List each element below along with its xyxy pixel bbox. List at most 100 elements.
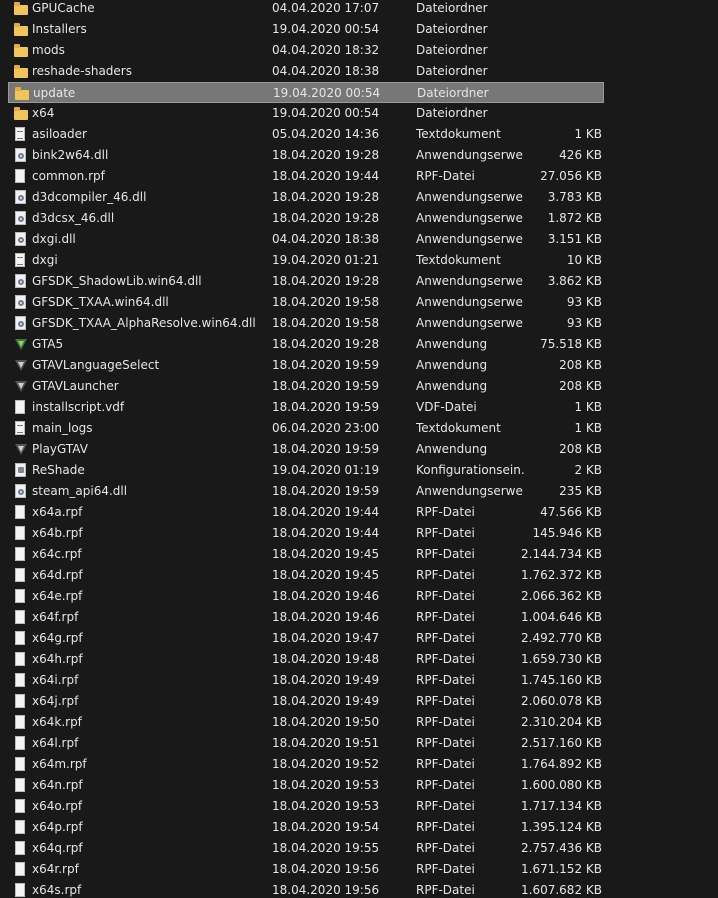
file-name: GFSDK_TXAA_AlphaResolve.win64.dll xyxy=(32,316,256,330)
file-row[interactable]: x64g.rpf 18.04.2020 19:47 RPF-Datei 2.492.7… xyxy=(0,628,610,649)
file-date-modified: 18.04.2020 19:46 xyxy=(272,589,380,603)
file-row[interactable]: x64f.rpf 18.04.2020 19:46 RPF-Datei 1.004.6… xyxy=(0,607,610,628)
dll-file-icon xyxy=(14,316,28,330)
file-type: RPF-Datei xyxy=(416,778,475,792)
file-row[interactable]: installscript.vdf 18.04.2020 19:59 VDF-Dat… xyxy=(0,397,610,418)
file-name: reshade-shaders xyxy=(32,64,132,78)
file-row[interactable]: x64n.rpf 18.04.2020 19:53 RPF-Datei 1.600.0… xyxy=(0,775,610,796)
file-row[interactable]: mods 04.04.2020 18:32 Dateiordner xyxy=(0,40,610,61)
file-row[interactable]: x64p.rpf 18.04.2020 19:54 RPF-Datei 1.395.1… xyxy=(0,817,610,838)
file-row[interactable]: dxgi 19.04.2020 01:21 Textdokument 10 KB xyxy=(0,250,610,271)
file-type: Dateiordner xyxy=(416,22,488,36)
file-list: GPUCache 04.04.2020 17:07 Dateiordner Insta… xyxy=(0,0,718,898)
file-row[interactable]: update 19.04.2020 00:54 Dateiordner xyxy=(8,82,604,103)
file-row[interactable]: x64j.rpf 18.04.2020 19:49 RPF-Datei 2.060.0… xyxy=(0,691,610,712)
file-name: dxgi xyxy=(32,253,58,267)
file-row[interactable]: GFSDK_TXAA.win64.dll 18.04.2020 19:58 Anwe… xyxy=(0,292,610,313)
folder-icon xyxy=(14,106,28,120)
file-row[interactable]: Installers 19.04.2020 00:54 Dateiordner xyxy=(0,19,610,40)
file-size: 1.659.730 KB xyxy=(521,652,602,666)
file-type: RPF-Datei xyxy=(416,568,475,582)
file-date-modified: 04.04.2020 18:32 xyxy=(272,43,380,57)
file-row[interactable]: x64c.rpf 18.04.2020 19:45 RPF-Datei 2.144.7… xyxy=(0,544,610,565)
file-name: x64c.rpf xyxy=(32,547,82,561)
file-row[interactable]: GFSDK_TXAA_AlphaResolve.win64.dll 18.04.2… xyxy=(0,313,610,334)
file-row[interactable]: x64a.rpf 18.04.2020 19:44 RPF-Datei 47.566 … xyxy=(0,502,610,523)
file-row[interactable]: x64l.rpf 18.04.2020 19:51 RPF-Datei 2.517.1… xyxy=(0,733,610,754)
file-date-modified: 18.04.2020 19:52 xyxy=(272,757,380,771)
file-date-modified: 18.04.2020 19:44 xyxy=(272,505,380,519)
file-name: bink2w64.dll xyxy=(32,148,109,162)
file-date-modified: 04.04.2020 17:07 xyxy=(272,1,380,15)
file-date-modified: 18.04.2020 19:28 xyxy=(272,274,380,288)
file-name: Installers xyxy=(32,22,87,36)
file-size: 1.395.124 KB xyxy=(521,820,602,834)
file-date-modified: 18.04.2020 19:47 xyxy=(272,631,380,645)
file-name: main_logs xyxy=(32,421,93,435)
file-row[interactable]: d3dcsx_46.dll 18.04.2020 19:28 Anwendungse… xyxy=(0,208,610,229)
file-icon xyxy=(14,547,28,561)
file-name: mods xyxy=(32,43,65,57)
file-date-modified: 18.04.2020 19:45 xyxy=(272,547,380,561)
file-row[interactable]: GFSDK_ShadowLib.win64.dll 18.04.2020 19:2… xyxy=(0,271,610,292)
file-row[interactable]: x64 19.04.2020 00:54 Dateiordner xyxy=(0,103,610,124)
file-date-modified: 18.04.2020 19:44 xyxy=(272,169,380,183)
file-row[interactable]: d3dcompiler_46.dll 18.04.2020 19:28 Anwend… xyxy=(0,187,610,208)
dll-file-icon xyxy=(14,190,28,204)
file-row[interactable]: ReShade 19.04.2020 01:19 Konfigurationsein… xyxy=(0,460,610,481)
file-name: common.rpf xyxy=(32,169,105,183)
gta-v-icon xyxy=(14,337,28,351)
file-row[interactable]: PlayGTAV 18.04.2020 19:59 Anwendung 208 KB xyxy=(0,439,610,460)
file-row[interactable]: x64s.rpf 18.04.2020 19:56 RPF-Datei 1.607.6… xyxy=(0,880,610,898)
file-row[interactable]: x64o.rpf 18.04.2020 19:53 RPF-Datei 1.717.1… xyxy=(0,796,610,817)
file-size: 145.946 KB xyxy=(532,526,602,540)
file-row[interactable]: x64m.rpf 18.04.2020 19:52 RPF-Datei 1.764.8… xyxy=(0,754,610,775)
file-date-modified: 18.04.2020 19:49 xyxy=(272,673,380,687)
file-type: Textdokument xyxy=(416,253,501,267)
file-row[interactable]: x64i.rpf 18.04.2020 19:49 RPF-Datei 1.745.1… xyxy=(0,670,610,691)
file-row[interactable]: common.rpf 18.04.2020 19:44 RPF-Datei 27.05… xyxy=(0,166,610,187)
file-type: RPF-Datei xyxy=(416,841,475,855)
file-name: x64b.rpf xyxy=(32,526,83,540)
file-row[interactable]: x64q.rpf 18.04.2020 19:55 RPF-Datei 2.757.4… xyxy=(0,838,610,859)
file-row[interactable]: x64h.rpf 18.04.2020 19:48 RPF-Datei 1.659.7… xyxy=(0,649,610,670)
file-row[interactable]: x64e.rpf 18.04.2020 19:46 RPF-Datei 2.066.3… xyxy=(0,586,610,607)
file-row[interactable]: x64b.rpf 18.04.2020 19:44 RPF-Datei 145.946… xyxy=(0,523,610,544)
file-type: RPF-Datei xyxy=(416,715,475,729)
file-row[interactable]: steam_api64.dll 18.04.2020 19:59 Anwendung… xyxy=(0,481,610,502)
dll-file-icon xyxy=(14,295,28,309)
file-size: 47.566 KB xyxy=(540,505,602,519)
file-name: x64q.rpf xyxy=(32,841,83,855)
file-size: 2.492.770 KB xyxy=(521,631,602,645)
file-date-modified: 18.04.2020 19:28 xyxy=(272,190,380,204)
file-row[interactable]: reshade-shaders 04.04.2020 18:38 Dateiordn… xyxy=(0,61,610,82)
file-icon xyxy=(14,883,28,897)
file-row[interactable]: GPUCache 04.04.2020 17:07 Dateiordner xyxy=(0,0,610,19)
file-row[interactable]: GTAVLanguageSelect 18.04.2020 19:59 Anwend… xyxy=(0,355,610,376)
file-row[interactable]: GTAVLauncher 18.04.2020 19:59 Anwendung 208… xyxy=(0,376,610,397)
file-name: x64r.rpf xyxy=(32,862,79,876)
file-name: x64i.rpf xyxy=(32,673,79,687)
file-row[interactable]: x64d.rpf 18.04.2020 19:45 RPF-Datei 1.762.3… xyxy=(0,565,610,586)
file-size: 1 KB xyxy=(574,421,602,435)
file-icon xyxy=(14,631,28,645)
file-icon xyxy=(14,505,28,519)
file-row[interactable]: x64k.rpf 18.04.2020 19:50 RPF-Datei 2.310.2… xyxy=(0,712,610,733)
file-row[interactable]: main_logs 06.04.2020 23:00 Textdokument 1 K… xyxy=(0,418,610,439)
file-row[interactable]: bink2w64.dll 18.04.2020 19:28 Anwendungser… xyxy=(0,145,610,166)
file-row[interactable]: dxgi.dll 04.04.2020 18:38 Anwendungserwe..… xyxy=(0,229,610,250)
file-size: 1 KB xyxy=(574,400,602,414)
file-date-modified: 18.04.2020 19:56 xyxy=(272,883,380,897)
file-row[interactable]: x64r.rpf 18.04.2020 19:56 RPF-Datei 1.671.1… xyxy=(0,859,610,880)
file-name: x64j.rpf xyxy=(32,694,79,708)
file-size: 208 KB xyxy=(559,358,602,372)
file-type: RPF-Datei xyxy=(416,631,475,645)
file-size: 208 KB xyxy=(559,379,602,393)
file-type: Dateiordner xyxy=(416,43,488,57)
dll-file-icon xyxy=(14,148,28,162)
file-type: Anwendungserwe... xyxy=(416,274,524,288)
file-size: 3.151 KB xyxy=(547,232,602,246)
file-size: 93 KB xyxy=(566,295,602,309)
file-row[interactable]: GTA5 18.04.2020 19:28 Anwendung 75.518 KB xyxy=(0,334,610,355)
file-row[interactable]: asiloader 05.04.2020 14:36 Textdokument 1 K… xyxy=(0,124,610,145)
